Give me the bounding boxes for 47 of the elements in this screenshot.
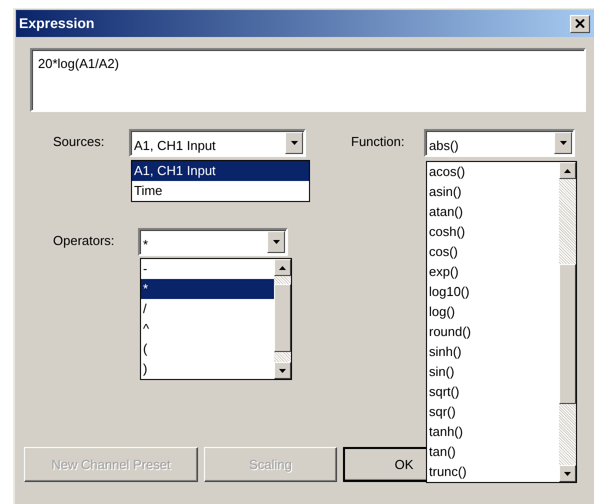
dropdown-button[interactable] [267, 231, 285, 253]
dropdown-button[interactable] [285, 132, 303, 154]
list-item[interactable]: * [141, 279, 274, 299]
list-item[interactable]: - [141, 259, 274, 279]
scroll-thumb[interactable] [559, 264, 576, 404]
expression-field[interactable]: 20*log(A1/A2) [30, 48, 586, 112]
up-arrow-icon [564, 168, 571, 172]
list-item[interactable]: cos() [427, 242, 559, 262]
scrollbar[interactable] [559, 162, 576, 482]
list-item[interactable]: ) [141, 359, 274, 379]
list-item[interactable]: exp() [427, 262, 559, 282]
list-item[interactable]: sin() [427, 362, 559, 382]
list-item[interactable]: sqrt() [427, 382, 559, 402]
list-item[interactable]: cosh() [427, 222, 559, 242]
down-arrow-icon [272, 240, 280, 244]
list-item[interactable]: asin() [427, 182, 559, 202]
scroll-up-button[interactable] [559, 162, 576, 179]
list-item[interactable]: sinh() [427, 342, 559, 362]
scroll-down-button[interactable] [274, 362, 291, 379]
field-label: Operators: [53, 232, 116, 250]
down-arrow-icon [279, 368, 286, 372]
list-item[interactable]: Time [132, 181, 309, 201]
scroll-down-button[interactable] [559, 465, 576, 482]
list-item[interactable]: ( [141, 339, 274, 359]
scrollbar[interactable] [274, 259, 291, 379]
list-item[interactable]: ^ [141, 319, 274, 339]
list-item[interactable]: A1, CH1 Input [132, 161, 309, 181]
close-button[interactable] [570, 14, 590, 32]
window-title: Expression [19, 14, 94, 33]
scroll-thumb[interactable] [274, 284, 291, 352]
list-item[interactable]: acos() [427, 162, 559, 182]
dropdown-button[interactable] [554, 132, 572, 154]
down-arrow-icon [564, 472, 571, 476]
up-arrow-icon [279, 266, 286, 270]
down-arrow-icon [560, 141, 566, 145]
field-label: Function: [351, 133, 406, 151]
list-item[interactable]: atan() [427, 202, 559, 222]
list-item[interactable]: tanh() [427, 422, 559, 442]
list-item[interactable]: sqr() [427, 402, 559, 422]
scroll-up-button[interactable] [274, 259, 291, 276]
list-item[interactable]: log() [427, 302, 559, 322]
down-arrow-icon [290, 141, 298, 145]
list-item[interactable]: log10() [427, 282, 559, 302]
field-label: Sources: [53, 133, 106, 151]
close-icon [575, 19, 585, 28]
list-item[interactable]: / [141, 299, 274, 319]
list-item[interactable]: round() [427, 322, 559, 342]
